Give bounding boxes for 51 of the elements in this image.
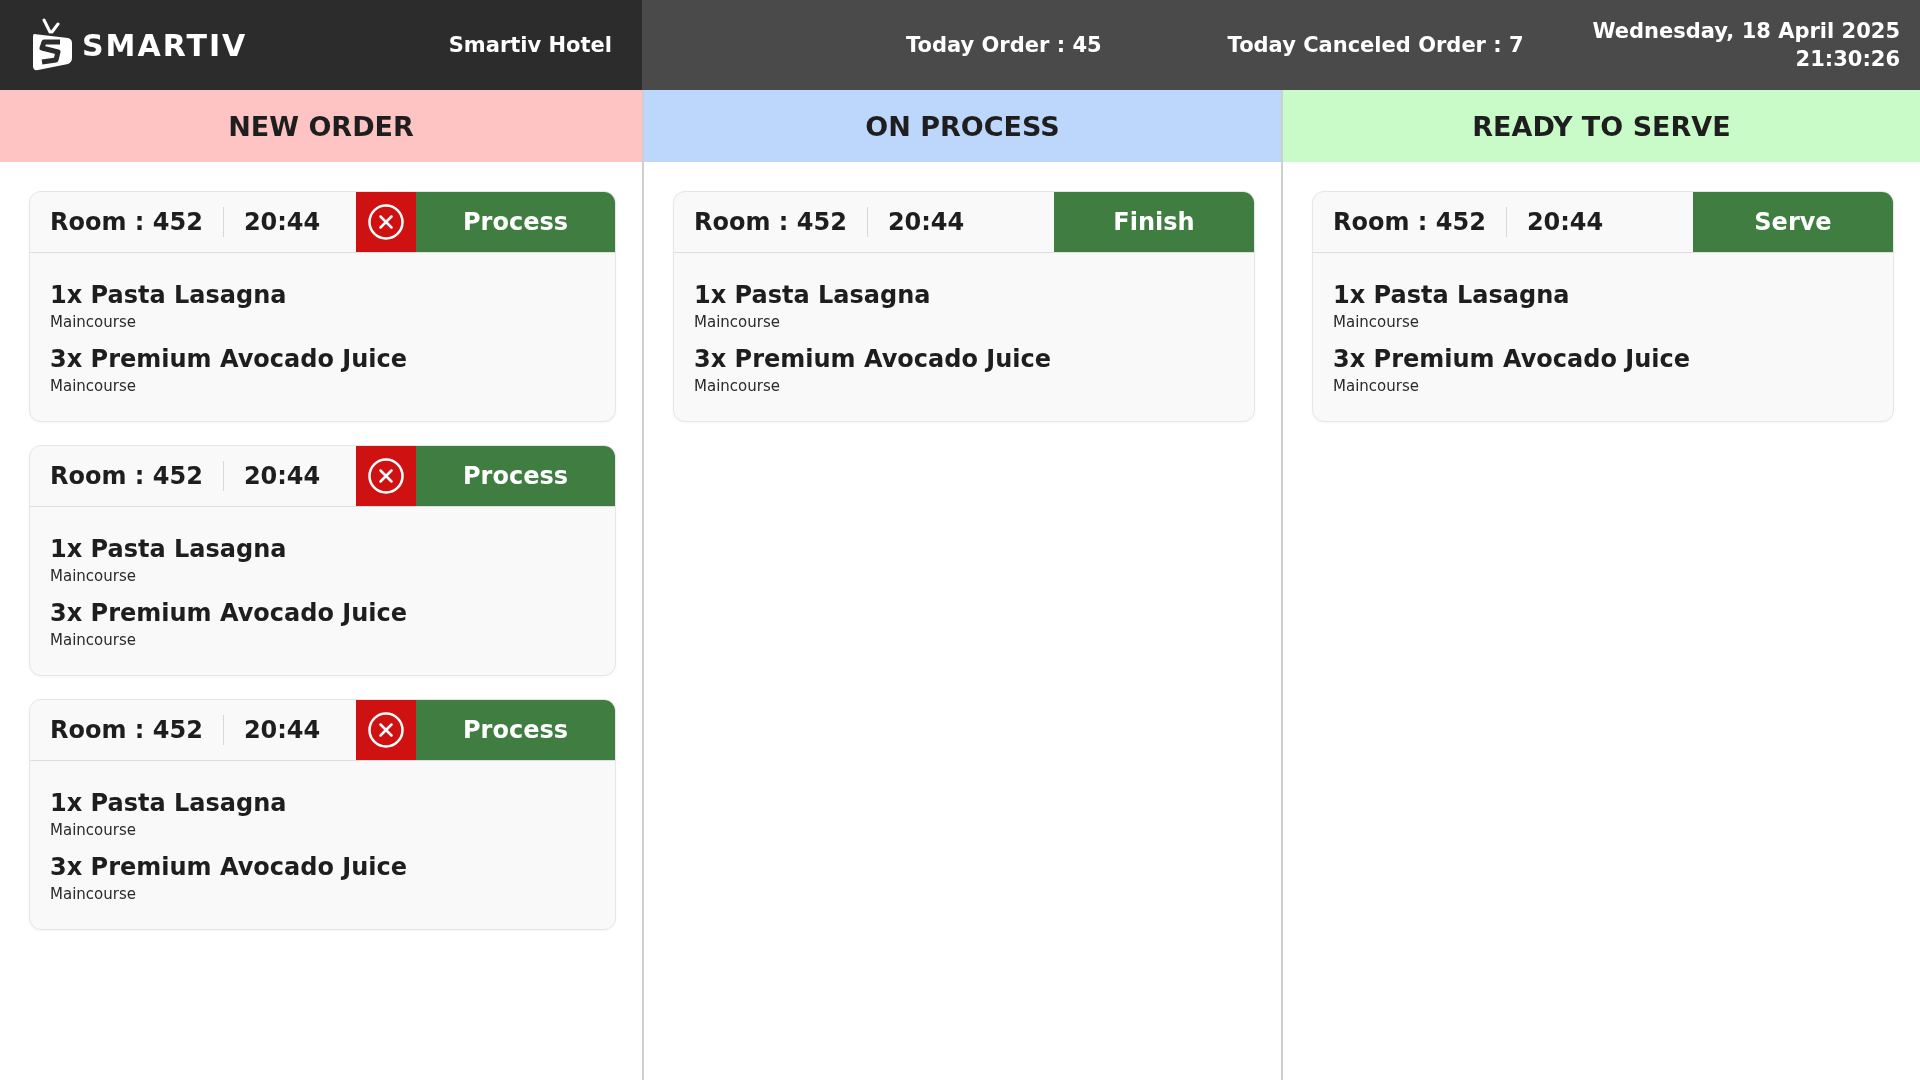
- column-heading: ON PROCESS: [644, 90, 1281, 162]
- item-name: 3x Premium Avocado Juice: [1333, 345, 1691, 373]
- room-number: Room : 452: [49, 716, 204, 744]
- item-category: Maincourse: [50, 631, 137, 649]
- cancel-circle-icon: [367, 711, 405, 749]
- item-category: Maincourse: [694, 377, 781, 395]
- item-name: 1x Pasta Lasagna: [50, 281, 288, 309]
- item-name: 3x Premium Avocado Juice: [694, 345, 1052, 373]
- item-category: Maincourse: [50, 821, 137, 839]
- cancel-circle-icon: [367, 457, 405, 495]
- hotel-name: Smartiv Hotel: [448, 33, 612, 57]
- order-time: 20:44: [242, 716, 322, 744]
- order-time: 20:44: [886, 208, 966, 236]
- room-number: Room : 452: [693, 208, 848, 236]
- cancel-button[interactable]: [356, 700, 416, 760]
- current-date: Wednesday, 18 April 2025: [1592, 19, 1900, 43]
- item-name: 1x Pasta Lasagna: [50, 789, 288, 817]
- cancel-button[interactable]: [356, 446, 416, 506]
- item-category: Maincourse: [50, 885, 137, 903]
- item-name: 3x Premium Avocado Juice: [50, 345, 408, 373]
- item-category: Maincourse: [50, 567, 137, 585]
- cancel-button[interactable]: [356, 192, 416, 252]
- current-time: 21:30:26: [1795, 47, 1900, 71]
- item-category: Maincourse: [50, 313, 137, 331]
- order-time: 20:44: [1525, 208, 1605, 236]
- item-category: Maincourse: [1333, 313, 1420, 331]
- brand-name: SMARTIV: [82, 27, 248, 63]
- room-number: Room : 452: [49, 208, 204, 236]
- item-name: 1x Pasta Lasagna: [1333, 281, 1571, 309]
- item-name: 3x Premium Avocado Juice: [50, 853, 408, 881]
- today-order-count: Today Order : 45: [906, 33, 1102, 57]
- tv-logo-icon: [30, 18, 74, 72]
- column-heading: READY TO SERVE: [1283, 90, 1920, 162]
- action-button[interactable]: Process: [416, 446, 615, 506]
- cancel-circle-icon: [367, 203, 405, 241]
- room-number: Room : 452: [1332, 208, 1487, 236]
- item-category: Maincourse: [1333, 377, 1420, 395]
- action-button[interactable]: Serve: [1693, 192, 1893, 252]
- item-name: 1x Pasta Lasagna: [50, 535, 288, 563]
- item-category: Maincourse: [694, 313, 781, 331]
- room-number: Room : 452: [49, 462, 204, 490]
- item-category: Maincourse: [50, 377, 137, 395]
- action-button[interactable]: Finish: [1054, 192, 1254, 252]
- action-button[interactable]: Process: [416, 192, 615, 252]
- order-time: 20:44: [242, 462, 322, 490]
- order-time: 20:44: [242, 208, 322, 236]
- item-name: 1x Pasta Lasagna: [694, 281, 932, 309]
- column-heading: NEW ORDER: [0, 90, 642, 162]
- item-name: 3x Premium Avocado Juice: [50, 599, 408, 627]
- canceled-order-count: Today Canceled Order : 7: [1227, 33, 1524, 57]
- action-button[interactable]: Process: [416, 700, 615, 760]
